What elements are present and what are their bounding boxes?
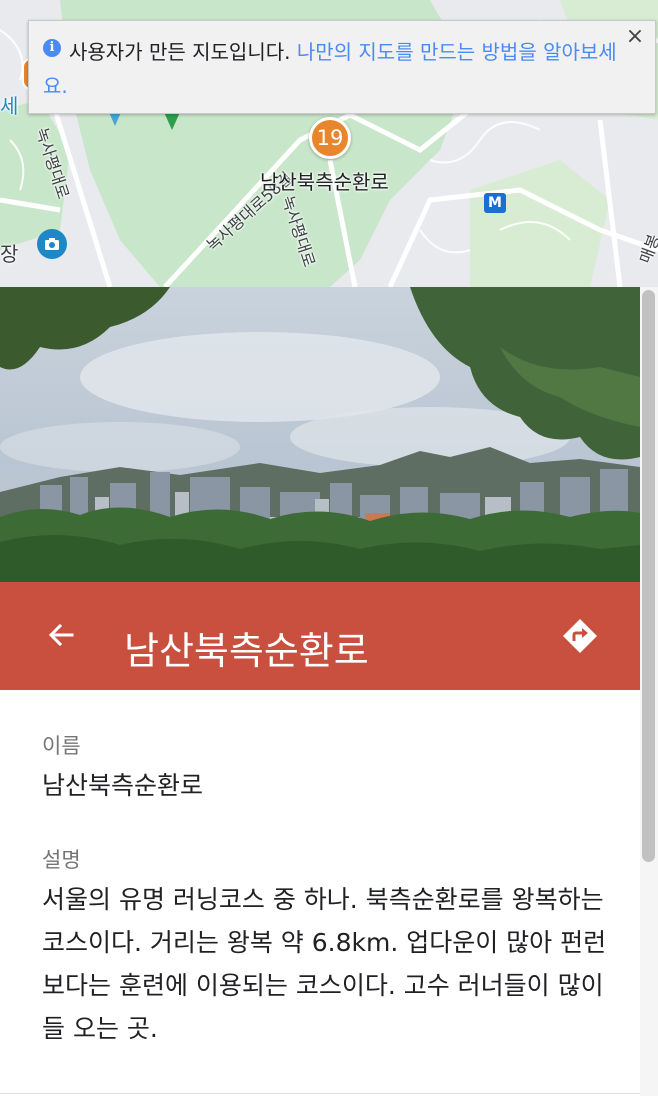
arrow-left-icon [48,623,74,647]
map-pin-label: 남산북측순환로 [260,170,389,194]
directions-icon [563,619,597,653]
place-photo [0,287,640,582]
place-title: 남산북측순환로 [124,629,369,673]
close-icon[interactable]: × [623,25,647,49]
description-label: 설명 [42,848,81,872]
divider [0,1093,640,1094]
map-place-label: 세 [0,94,19,118]
map-view[interactable]: 세 장 매봉 녹사평대로 녹사평대로58길 녹사평대로 M 19 남산북측순환로… [0,0,658,287]
banner-text: 사용자가 만든 지도입니다. 나만의 지도를 만드는 방법을 알아보세요. [43,35,633,103]
map-pin-19[interactable]: 19 [309,117,351,159]
back-button[interactable] [44,618,78,652]
directions-button[interactable] [561,617,599,655]
metro-station-icon[interactable]: M [484,193,506,213]
banner-message: 사용자가 만든 지도입니다. [69,40,291,64]
name-value: 남산북측순환로 [42,771,204,800]
place-header-bar: 남산북측순환로 [0,582,640,690]
user-map-notice-banner: i 사용자가 만든 지도입니다. 나만의 지도를 만드는 방법을 알아보세요. … [28,20,656,114]
map-place-label: 장 [0,242,19,266]
scrollbar-thumb[interactable] [642,290,655,862]
name-label: 이름 [42,734,81,758]
description-value: 서울의 유명 러닝코스 중 하나. 북측순환로를 왕복하는 코스이다. 거리는 … [42,885,607,1043]
camera-poi-icon[interactable] [37,229,67,259]
